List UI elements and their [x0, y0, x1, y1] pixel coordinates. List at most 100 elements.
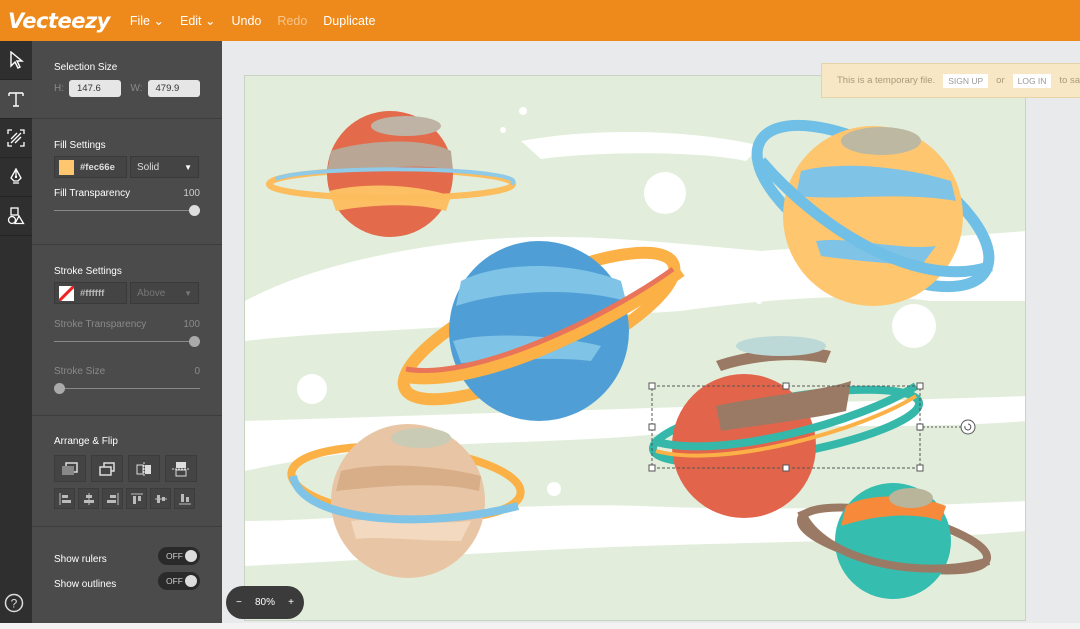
send-backward-button[interactable]	[54, 455, 86, 482]
fill-color-picker[interactable]: #fec66e	[54, 156, 127, 178]
space-planets-illustration[interactable]	[245, 76, 1026, 621]
planet-teal	[796, 483, 992, 599]
top-bar: Vecteezy File ⌄ Edit ⌄ Undo Redo Duplica…	[0, 0, 1080, 41]
align-top-button[interactable]	[126, 488, 147, 509]
fill-transparency-value: 100	[183, 188, 200, 199]
stroke-transparency-value: 100	[183, 319, 200, 330]
shapes-tool[interactable]	[0, 197, 32, 236]
stroke-settings-title: Stroke Settings	[54, 266, 122, 277]
flip-horizontal-icon	[136, 461, 151, 476]
temporary-file-notice: This is a temporary file. SIGN UP or LOG…	[821, 63, 1080, 98]
selection-size-title: Selection Size	[54, 62, 118, 73]
dropdown-arrow-icon: ▼	[184, 162, 192, 172]
fill-settings-title: Fill Settings	[54, 140, 106, 151]
align-bottom-icon	[178, 493, 191, 504]
zoom-out-button[interactable]: −	[236, 597, 242, 608]
help-button[interactable]: ?	[4, 593, 24, 618]
flip-vertical-icon	[172, 461, 190, 476]
fill-transparency-label: Fill Transparency	[54, 188, 131, 199]
stroke-size-value: 0	[194, 366, 200, 377]
height-input[interactable]: 147.6	[69, 80, 122, 97]
fill-settings-section: Fill Settings #fec66e Solid ▼ Fill Transp…	[32, 119, 222, 245]
zoom-in-button[interactable]: +	[288, 597, 294, 608]
stroke-settings-section: Stroke Settings #ffffff Above ▼ Stroke Tr…	[32, 245, 222, 416]
height-label: H:	[54, 83, 64, 94]
notice-or: or	[996, 75, 1005, 86]
stroke-size-label: Stroke Size	[54, 366, 106, 377]
align-right-button[interactable]	[102, 488, 123, 509]
bottom-scrollbar[interactable]	[0, 623, 1080, 629]
arrange-section: Arrange & Flip	[32, 416, 222, 527]
sign-up-button[interactable]: SIGN UP	[943, 73, 989, 88]
notice-tail: to sav	[1059, 75, 1080, 86]
menu-edit-label: Edit	[179, 14, 202, 28]
undo-button[interactable]: Undo	[232, 14, 262, 28]
zoom-control: − 80% +	[226, 586, 304, 619]
fill-type-value: Solid	[137, 161, 160, 173]
align-middle-icon	[154, 494, 167, 503]
pen-tool[interactable]	[0, 158, 32, 197]
align-left-icon	[59, 492, 71, 505]
view-options-section: Show rulers OFF Show outlines OFF	[32, 527, 222, 607]
show-outlines-label: Show outlines	[54, 579, 117, 590]
align-bottom-button[interactable]	[174, 488, 195, 509]
properties-panel: Selection Size H: 147.6 W: 479.9 Fill Se…	[32, 41, 222, 623]
pen-icon	[10, 168, 22, 184]
stroke-color-picker[interactable]: #ffffff	[54, 282, 127, 304]
stroke-position-select[interactable]: Above ▼	[130, 282, 199, 304]
menu-edit[interactable]: Edit ⌄	[180, 13, 216, 28]
select-tool[interactable]	[0, 41, 32, 80]
fill-color-swatch	[59, 159, 74, 175]
bring-forward-button[interactable]	[91, 455, 123, 482]
width-input[interactable]: 479.9	[147, 80, 200, 97]
svg-text:?: ?	[11, 597, 18, 611]
show-rulers-toggle[interactable]: OFF	[158, 547, 200, 565]
fill-transparency-slider[interactable]	[54, 204, 200, 216]
select-arrow-icon	[10, 51, 24, 69]
pattern-tool[interactable]	[0, 119, 32, 158]
slider-knob[interactable]	[54, 383, 65, 394]
chevron-down-icon: ⌄	[205, 14, 216, 28]
rotate-handle-icon[interactable]	[960, 419, 976, 435]
stroke-position-value: Above	[137, 287, 166, 299]
flip-horizontal-button[interactable]	[128, 455, 160, 482]
slider-knob[interactable]	[189, 205, 200, 216]
align-left-button[interactable]	[54, 488, 75, 509]
flip-vertical-button[interactable]	[165, 455, 197, 482]
align-right-icon	[106, 492, 118, 505]
planet-striped	[266, 111, 516, 237]
artboard-canvas[interactable]	[244, 75, 1026, 621]
pattern-icon	[7, 129, 25, 147]
align-center-icon	[83, 492, 94, 505]
menu-file[interactable]: File ⌄	[130, 13, 164, 28]
arrange-title: Arrange & Flip	[54, 436, 118, 447]
stroke-transparency-slider[interactable]	[54, 335, 200, 347]
width-label: W:	[130, 83, 143, 94]
text-icon	[8, 92, 24, 107]
toggle-state: OFF	[166, 576, 183, 586]
fill-color-label: #fec66e	[80, 161, 115, 173]
text-tool[interactable]	[0, 80, 32, 119]
tool-strip: ?	[0, 41, 32, 623]
zoom-level: 80%	[254, 597, 275, 608]
show-rulers-label: Show rulers	[54, 554, 107, 565]
vecteezy-logo[interactable]: Vecteezy	[8, 9, 110, 33]
fill-type-select[interactable]: Solid ▼	[130, 156, 199, 178]
duplicate-button[interactable]: Duplicate	[323, 14, 375, 28]
menu-file-label: File	[129, 14, 151, 28]
no-color-swatch-icon	[59, 285, 74, 301]
redo-button[interactable]: Redo	[277, 14, 307, 28]
stroke-size-slider[interactable]	[54, 382, 200, 394]
selection-size-section: Selection Size H: 147.6 W: 479.9	[32, 41, 222, 119]
align-middle-button[interactable]	[150, 488, 171, 509]
show-outlines-toggle[interactable]: OFF	[158, 572, 200, 590]
log-in-button[interactable]: LOG IN	[1012, 73, 1052, 88]
send-backward-icon	[62, 461, 78, 475]
help-icon: ?	[4, 593, 24, 613]
dropdown-arrow-icon: ▼	[184, 288, 192, 298]
slider-knob[interactable]	[189, 336, 200, 347]
stroke-color-label: #ffffff	[80, 287, 105, 299]
chevron-down-icon: ⌄	[153, 14, 164, 28]
align-center-button[interactable]	[78, 488, 99, 509]
notice-text: This is a temporary file.	[837, 75, 936, 86]
